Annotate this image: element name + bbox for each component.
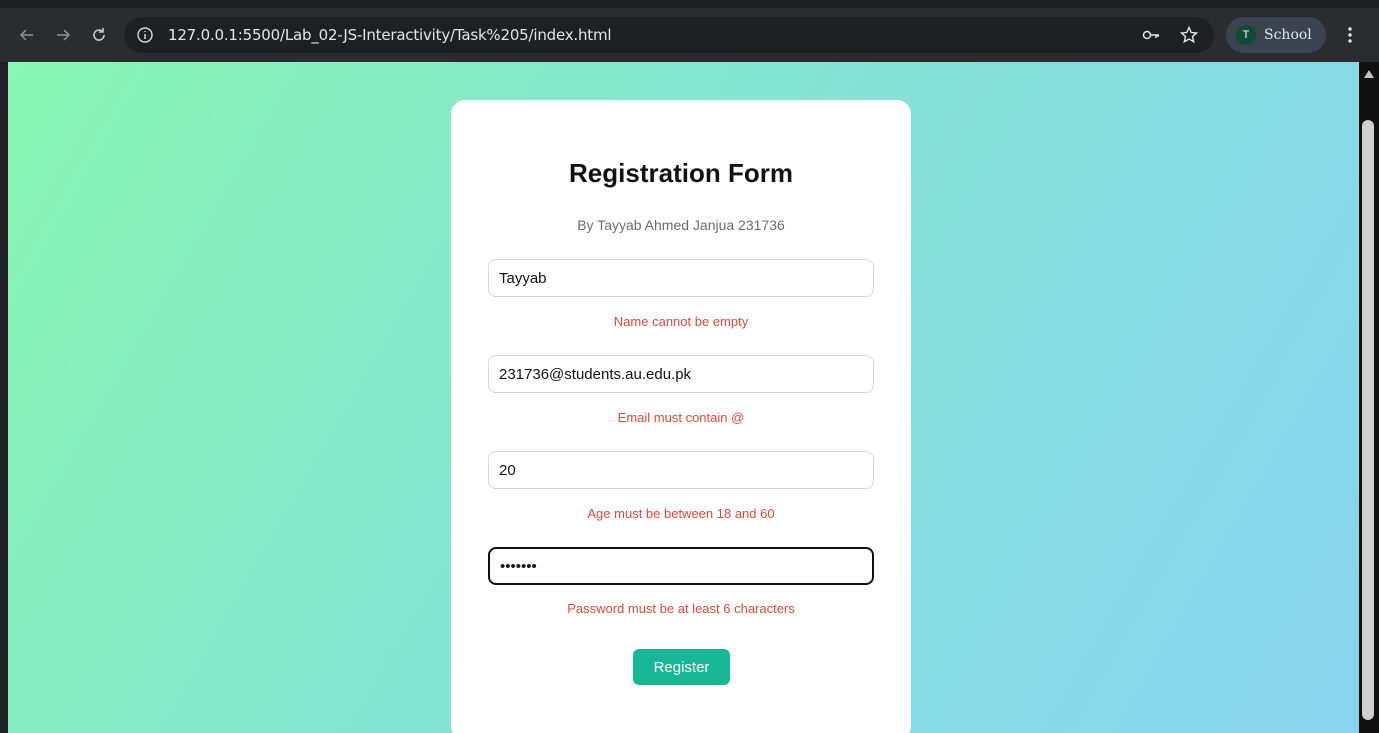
back-button[interactable] bbox=[12, 20, 42, 50]
form-subtitle: By Tayyab Ahmed Janjua 231736 bbox=[577, 217, 785, 233]
arrow-right-icon bbox=[57, 29, 71, 41]
bookmark-button[interactable] bbox=[1178, 24, 1200, 46]
url-text[interactable]: 127.0.0.1:5500/Lab_02-JS-Interactivity/T… bbox=[168, 26, 612, 44]
scroll-up-arrow-icon[interactable] bbox=[1364, 70, 1374, 78]
profile-name: School bbox=[1264, 27, 1312, 43]
password-manager-button[interactable] bbox=[1140, 24, 1162, 46]
password-input[interactable] bbox=[488, 547, 874, 585]
site-info-button[interactable] bbox=[134, 24, 156, 46]
registration-card: Registration Form By Tayyab Ahmed Janjua… bbox=[451, 100, 911, 733]
age-input[interactable] bbox=[488, 451, 874, 489]
scroll-thumb[interactable] bbox=[1362, 120, 1374, 720]
star-icon bbox=[1179, 25, 1199, 44]
email-input[interactable] bbox=[488, 355, 874, 393]
omnibox-actions bbox=[1140, 17, 1200, 53]
profile-button[interactable]: T School bbox=[1226, 17, 1326, 53]
arrow-left-icon bbox=[19, 29, 33, 41]
browser-menu-button[interactable] bbox=[1340, 20, 1360, 50]
key-icon bbox=[1142, 30, 1159, 40]
avatar: T bbox=[1236, 25, 1256, 45]
name-input[interactable] bbox=[488, 259, 874, 297]
register-button[interactable]: Register bbox=[633, 649, 730, 685]
email-error: Email must contain @ bbox=[617, 410, 745, 425]
name-error: Name cannot be empty bbox=[613, 314, 749, 329]
reload-button[interactable] bbox=[84, 20, 114, 50]
info-icon bbox=[137, 27, 153, 43]
vertical-dots-icon bbox=[1348, 27, 1352, 43]
form-title: Registration Form bbox=[569, 158, 793, 188]
password-error: Password must be at least 6 characters bbox=[567, 601, 795, 616]
page-viewport: Registration Form By Tayyab Ahmed Janjua… bbox=[8, 62, 1359, 733]
age-error: Age must be between 18 and 60 bbox=[587, 506, 775, 521]
page-scrollbar[interactable] bbox=[1359, 62, 1379, 733]
address-bar[interactable]: 127.0.0.1:5500/Lab_02-JS-Interactivity/T… bbox=[124, 17, 1214, 53]
reload-icon bbox=[93, 28, 105, 41]
forward-button[interactable] bbox=[48, 20, 78, 50]
browser-toolbar: 127.0.0.1:5500/Lab_02-JS-Interactivity/T… bbox=[0, 0, 1379, 62]
